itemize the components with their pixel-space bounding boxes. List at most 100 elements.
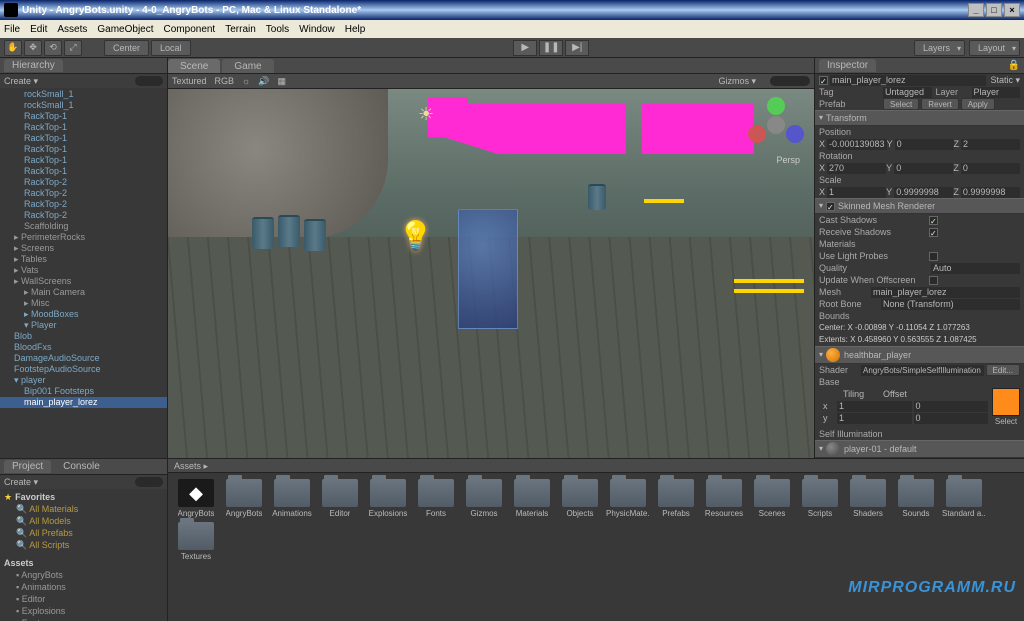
hierarchy-item[interactable]: ▸ Tables bbox=[0, 254, 167, 265]
asset-item[interactable]: ◆AngryBots bbox=[174, 479, 218, 518]
asset-item[interactable]: Prefabs bbox=[654, 479, 698, 518]
scene-viewport[interactable]: 💡 ☀ Persp bbox=[168, 89, 814, 458]
close-button[interactable]: × bbox=[1004, 3, 1020, 17]
scl-y[interactable]: 0.9999998 bbox=[894, 187, 953, 198]
shader-dropdown[interactable]: AngryBots/SimpleSelfIllumination bbox=[861, 365, 984, 376]
rootbone-field[interactable]: None (Transform) bbox=[881, 299, 1020, 310]
hierarchy-item[interactable]: ▾ player bbox=[0, 375, 167, 386]
rot-x[interactable]: 270 bbox=[827, 163, 886, 174]
offset-y[interactable]: 0 bbox=[914, 413, 989, 424]
asset-item[interactable]: Animations bbox=[270, 479, 314, 518]
hierarchy-item[interactable]: RackTop-2 bbox=[0, 177, 167, 188]
recv-shadows-checkbox[interactable] bbox=[929, 228, 938, 237]
hierarchy-item[interactable]: rockSmall_1 bbox=[0, 100, 167, 111]
favorites-header[interactable]: Favorites bbox=[15, 492, 55, 502]
inspector-tab[interactable]: Inspector bbox=[819, 59, 876, 72]
layers-dropdown[interactable]: Layers bbox=[914, 40, 965, 56]
materials-label[interactable]: Materials bbox=[819, 238, 929, 250]
offset-x[interactable]: 0 bbox=[914, 401, 989, 412]
asset-item[interactable]: Scripts bbox=[798, 479, 842, 518]
prefab-select[interactable]: Select bbox=[883, 98, 919, 110]
scl-x[interactable]: 1 bbox=[827, 187, 886, 198]
hierarchy-item[interactable]: ▸ Misc bbox=[0, 298, 167, 309]
smr-header[interactable]: Skinned Mesh Renderer bbox=[815, 198, 1024, 214]
tab-game[interactable]: Game bbox=[222, 59, 273, 73]
pos-y[interactable]: 0 bbox=[895, 139, 954, 150]
hierarchy-item[interactable]: RackTop-1 bbox=[0, 155, 167, 166]
rot-y[interactable]: 0 bbox=[894, 163, 953, 174]
gameobject-name[interactable]: main_player_lorez bbox=[830, 75, 986, 86]
hierarchy-item[interactable]: FootstepAudioSource bbox=[0, 364, 167, 375]
step-button[interactable]: ▶| bbox=[565, 40, 589, 56]
rotate-tool[interactable]: ⟲ bbox=[44, 40, 62, 56]
project-folder[interactable]: ▪ Explosions bbox=[4, 605, 163, 617]
maximize-button[interactable]: □ bbox=[986, 3, 1002, 17]
transform-header[interactable]: Transform bbox=[815, 110, 1024, 126]
scene-audio-icon[interactable]: 🔊 bbox=[258, 76, 269, 87]
hierarchy-item[interactable]: RackTop-1 bbox=[0, 144, 167, 155]
minimize-button[interactable]: _ bbox=[968, 3, 984, 17]
menu-help[interactable]: Help bbox=[345, 24, 366, 35]
hierarchy-item[interactable]: ▸ MoodBoxes bbox=[0, 309, 167, 320]
mesh-field[interactable]: main_player_lorez bbox=[871, 287, 1020, 298]
asset-item[interactable]: Editor bbox=[318, 479, 362, 518]
menu-file[interactable]: File bbox=[4, 24, 20, 35]
console-tab[interactable]: Console bbox=[55, 460, 108, 473]
scene-search[interactable] bbox=[770, 76, 810, 86]
hand-tool[interactable]: ✋ bbox=[4, 40, 22, 56]
asset-item[interactable]: Gizmos bbox=[462, 479, 506, 518]
asset-item[interactable]: Resources bbox=[702, 479, 746, 518]
hierarchy-item[interactable]: ▸ WallScreens bbox=[0, 276, 167, 287]
asset-item[interactable]: AngryBots bbox=[222, 479, 266, 518]
hierarchy-item[interactable]: ▾ Player bbox=[0, 320, 167, 331]
asset-item[interactable]: PhysicMate... bbox=[606, 479, 650, 518]
static-dropdown[interactable]: Static ▾ bbox=[990, 74, 1020, 86]
projection-label[interactable]: Persp bbox=[776, 155, 800, 165]
prefab-apply[interactable]: Apply bbox=[961, 98, 995, 110]
menu-gameobject[interactable]: GameObject bbox=[97, 24, 153, 35]
hierarchy-item[interactable]: BloodFxs bbox=[0, 342, 167, 353]
hierarchy-item[interactable]: RackTop-2 bbox=[0, 199, 167, 210]
scl-z[interactable]: 0.9999998 bbox=[961, 187, 1020, 198]
tag-dropdown[interactable]: Untagged bbox=[883, 87, 932, 98]
hierarchy-item[interactable]: DamageAudioSource bbox=[0, 353, 167, 364]
asset-item[interactable]: Standard a... bbox=[942, 479, 986, 518]
project-tab[interactable]: Project bbox=[4, 460, 51, 473]
hierarchy-item[interactable]: ▸ Vats bbox=[0, 265, 167, 276]
hierarchy-tree[interactable]: rockSmall_1rockSmall_1RackTop-1RackTop-1… bbox=[0, 88, 167, 458]
hierarchy-item[interactable]: RackTop-2 bbox=[0, 188, 167, 199]
hierarchy-item[interactable]: Scaffolding bbox=[0, 221, 167, 232]
pos-z[interactable]: 2 bbox=[961, 139, 1020, 150]
shading-mode[interactable]: Textured bbox=[172, 76, 207, 86]
hierarchy-item[interactable]: ▸ PerimeterRocks bbox=[0, 232, 167, 243]
pause-button[interactable]: ❚❚ bbox=[539, 40, 563, 56]
hierarchy-item[interactable]: rockSmall_1 bbox=[0, 89, 167, 100]
breadcrumb[interactable]: Assets ▸ bbox=[168, 459, 1024, 473]
move-tool[interactable]: ✥ bbox=[24, 40, 42, 56]
menu-edit[interactable]: Edit bbox=[30, 24, 47, 35]
filter-scripts[interactable]: 🔍 All Scripts bbox=[4, 539, 163, 551]
asset-item[interactable]: Textures bbox=[174, 522, 218, 561]
menu-terrain[interactable]: Terrain bbox=[225, 24, 256, 35]
asset-item[interactable]: Objects bbox=[558, 479, 602, 518]
hierarchy-item[interactable]: RackTop-1 bbox=[0, 111, 167, 122]
tiling-x[interactable]: 1 bbox=[837, 401, 912, 412]
scene-fx-icon[interactable]: ▦ bbox=[278, 76, 287, 87]
asset-item[interactable]: Scenes bbox=[750, 479, 794, 518]
asset-grid[interactable]: ◆AngryBotsAngryBotsAnimationsEditorExplo… bbox=[168, 473, 1024, 621]
asset-item[interactable]: Sounds bbox=[894, 479, 938, 518]
asset-item[interactable]: Fonts bbox=[414, 479, 458, 518]
tiling-y[interactable]: 1 bbox=[837, 413, 912, 424]
pivot-toggle[interactable]: Center bbox=[104, 40, 149, 56]
assets-root[interactable]: Assets bbox=[4, 557, 163, 569]
menu-component[interactable]: Component bbox=[164, 24, 216, 35]
project-folder[interactable]: ▪ Editor bbox=[4, 593, 163, 605]
hierarchy-item[interactable]: RackTop-2 bbox=[0, 210, 167, 221]
project-folder[interactable]: ▪ AngryBots bbox=[4, 569, 163, 581]
material-1-header[interactable]: healthbar_player bbox=[815, 346, 1024, 364]
hierarchy-item[interactable]: Bip001 Footsteps bbox=[0, 386, 167, 397]
swatch-select[interactable]: Select bbox=[992, 416, 1020, 428]
hierarchy-item[interactable]: ▸ Main Camera bbox=[0, 287, 167, 298]
gizmos-dropdown[interactable]: Gizmos ▾ bbox=[718, 76, 756, 87]
hierarchy-item[interactable]: RackTop-1 bbox=[0, 166, 167, 177]
